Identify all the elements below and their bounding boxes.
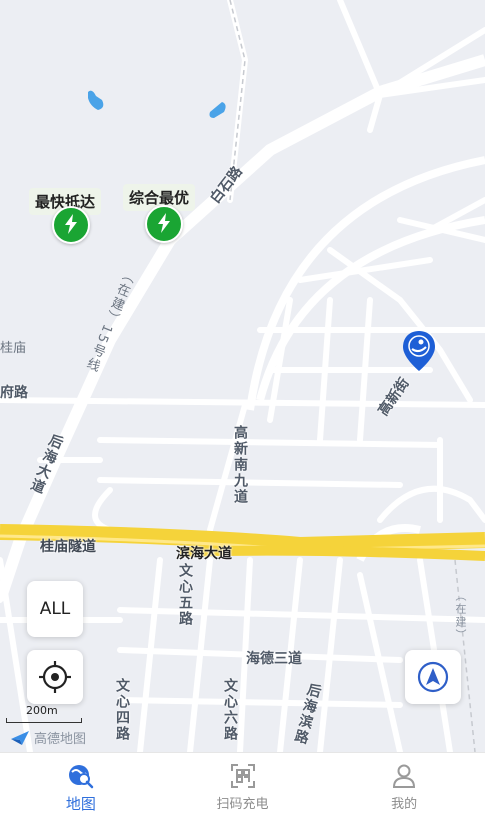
map-scale: 200m (4, 704, 82, 724)
brand-label: 高德地图 (34, 732, 87, 747)
lightning-icon (65, 214, 77, 234)
crosshair-icon (39, 661, 71, 693)
user-icon (393, 764, 416, 788)
all-filter-button[interactable]: ALL (27, 581, 83, 637)
tab-mine[interactable]: 我的 (323, 753, 485, 817)
destination-pin-icon[interactable] (401, 330, 437, 372)
tab-map[interactable]: 地图 (0, 753, 162, 817)
road-label-binhai: 滨海大道 (176, 546, 232, 562)
road-label-guimiao-tunnel: 桂庙隧道 (40, 539, 96, 555)
navigation-button[interactable] (405, 650, 461, 704)
tab-scan-charge[interactable]: 扫码充电 (162, 753, 324, 817)
road-label-under-construction: （在建） (454, 590, 467, 642)
compass-arrow-icon (417, 661, 449, 693)
tab-mine-label: 我的 (391, 797, 418, 812)
tab-scan-charge-label: 扫码充电 (216, 797, 269, 812)
map-brand: 高德地图 (10, 728, 86, 747)
tab-map-label: 地图 (65, 795, 96, 813)
bottom-tab-bar: 地图 扫码充电 我的 (0, 752, 485, 817)
road-label-wenxin-si: 文心四路 (114, 678, 130, 742)
map-roads (0, 0, 485, 752)
road-label-wenxin-wu: 文心五路 (177, 563, 193, 627)
scan-icon (230, 764, 255, 788)
scale-label: 200m (26, 704, 58, 717)
amap-logo-icon (11, 730, 29, 745)
road-label-gaoxin-nan-jiu: 高新南九道 (232, 425, 248, 505)
place-label-guimiao: 桂庙 (0, 341, 27, 356)
lightning-icon (158, 213, 170, 233)
map-search-icon (68, 765, 94, 789)
scale-bar (6, 718, 82, 723)
charger-marker-best[interactable] (145, 205, 183, 243)
locate-button[interactable] (27, 650, 83, 704)
map-view[interactable]: 白石路 （在建）15号线 桂庙 府路 后海大道 高新南九道 高新街 桂庙隧道 滨… (0, 0, 485, 752)
road-label-fu: 府路 (0, 385, 28, 401)
charger-marker-fastest[interactable] (52, 206, 90, 244)
road-label-wenxin-liu: 文心六路 (222, 678, 238, 742)
road-label-haide-san: 海德三道 (246, 651, 302, 667)
